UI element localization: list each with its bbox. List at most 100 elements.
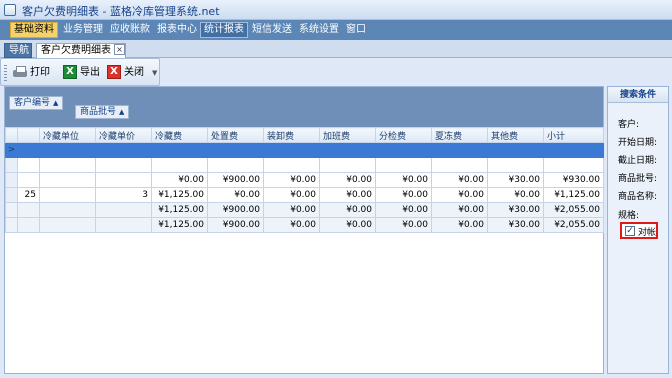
grid-cell[interactable]: ¥900.00 xyxy=(207,217,264,233)
table-row[interactable] xyxy=(5,157,604,173)
menu-statistics[interactable]: 统计报表 xyxy=(200,22,248,38)
column-header[interactable]: 装卸费 xyxy=(263,127,320,143)
grid-cell[interactable]: ¥0.00 xyxy=(487,187,544,203)
grid-cell[interactable] xyxy=(39,217,96,233)
grid-cell[interactable]: ¥0.00 xyxy=(319,217,376,233)
menu-window[interactable]: 窗口 xyxy=(343,23,369,37)
menu-report-center[interactable]: 报表中心 xyxy=(154,23,200,37)
menu-sms[interactable]: 短信发送 xyxy=(249,23,295,37)
column-header[interactable]: 夏冻费 xyxy=(431,127,488,143)
grid-cell[interactable]: ¥0.00 xyxy=(207,187,264,203)
export-button[interactable]: X 导出 xyxy=(63,64,100,82)
grand-total-row[interactable]: ¥1,125.00 ¥900.00 ¥0.00 ¥0.00 ¥0.00 ¥0.0… xyxy=(5,217,604,233)
group-summary-row[interactable]: ¥1,125.00 ¥900.00 ¥0.00 ¥0.00 ¥0.00 ¥0.0… xyxy=(5,202,604,218)
grid-cell[interactable]: ¥0.00 xyxy=(319,202,376,218)
grid-cell[interactable]: ¥0.00 xyxy=(375,217,432,233)
column-header[interactable] xyxy=(17,127,40,143)
grid-cell[interactable]: ¥1,125.00 xyxy=(151,187,208,203)
grid-cell[interactable] xyxy=(39,202,96,218)
grid-cell[interactable]: ¥1,125.00 xyxy=(151,217,208,233)
grid-cell[interactable] xyxy=(151,142,208,158)
grid-cell[interactable]: ¥900.00 xyxy=(207,202,264,218)
column-header[interactable]: 小计 xyxy=(543,127,604,143)
grid-cell[interactable]: ¥0.00 xyxy=(375,172,432,188)
grid-cell[interactable]: ¥0.00 xyxy=(263,217,320,233)
toolbar-grip[interactable] xyxy=(4,65,7,81)
grid-cell[interactable] xyxy=(17,142,40,158)
grid-cell[interactable] xyxy=(431,157,488,173)
grid-cell[interactable]: ¥900.00 xyxy=(207,172,264,188)
column-header[interactable]: 冷藏单价 xyxy=(95,127,152,143)
grid-cell[interactable] xyxy=(543,157,604,173)
grid-cell[interactable] xyxy=(95,217,152,233)
toolbar-overflow-icon[interactable]: ▼ xyxy=(152,69,157,77)
tab-navigation[interactable]: 导航 xyxy=(4,43,32,58)
grid-cell[interactable]: ¥0.00 xyxy=(431,187,488,203)
grid-cell[interactable] xyxy=(319,157,376,173)
grid-cell[interactable]: ¥930.00 xyxy=(543,172,604,188)
grid-cell[interactable]: ¥0.00 xyxy=(431,172,488,188)
column-header[interactable]: 其他费 xyxy=(487,127,544,143)
grid-cell[interactable]: ¥0.00 xyxy=(263,172,320,188)
menu-business[interactable]: 业务管理 xyxy=(60,23,106,37)
grid-cell[interactable] xyxy=(39,187,96,203)
grid-cell[interactable] xyxy=(375,157,432,173)
grid-cell[interactable]: ¥2,055.00 xyxy=(543,202,604,218)
grid-cell[interactable]: ¥2,055.00 xyxy=(543,217,604,233)
grid-cell[interactable] xyxy=(39,157,96,173)
column-header[interactable]: 冷藏单位 xyxy=(39,127,96,143)
grid-cell[interactable] xyxy=(263,142,320,158)
grid-cell[interactable] xyxy=(263,157,320,173)
menu-basic-data[interactable]: 基础资料 xyxy=(10,22,58,38)
grid-cell[interactable] xyxy=(151,157,208,173)
table-row[interactable]: 25 3 ¥1,125.00 ¥0.00 ¥0.00 ¥0.00 ¥0.00 ¥… xyxy=(5,187,604,203)
grid-cell[interactable]: ¥0.00 xyxy=(431,217,488,233)
grid-cell[interactable]: ¥30.00 xyxy=(487,217,544,233)
grid-cell[interactable]: ¥0.00 xyxy=(431,202,488,218)
tab-customer-arrears[interactable]: 客户欠费明细表 xyxy=(36,43,126,58)
grid-cell[interactable]: ¥0.00 xyxy=(263,187,320,203)
grid-cell[interactable] xyxy=(17,172,40,188)
grid-cell[interactable]: 25 xyxy=(17,187,40,203)
grid-cell[interactable]: ¥30.00 xyxy=(487,172,544,188)
grid-cell[interactable]: ¥30.00 xyxy=(487,202,544,218)
grid-cell[interactable] xyxy=(207,157,264,173)
group-field-customer-id[interactable]: 客户编号 ▲ xyxy=(9,96,64,110)
grid-cell[interactable]: ¥0.00 xyxy=(375,202,432,218)
table-row-selected[interactable]: > xyxy=(5,142,604,158)
grid-cell[interactable]: ¥0.00 xyxy=(263,202,320,218)
column-header[interactable]: 分检费 xyxy=(375,127,432,143)
close-button[interactable]: X 关闭 xyxy=(107,64,144,82)
column-header[interactable]: 加班费 xyxy=(319,127,376,143)
grid-cell[interactable] xyxy=(543,142,604,158)
grid-cell[interactable]: ¥0.00 xyxy=(319,187,376,203)
menu-settings[interactable]: 系统设置 xyxy=(296,23,342,37)
grid-cell[interactable] xyxy=(207,142,264,158)
grid-cell[interactable] xyxy=(39,142,96,158)
grid-cell[interactable] xyxy=(95,157,152,173)
grid-cell[interactable]: ¥1,125.00 xyxy=(543,187,604,203)
grid-cell[interactable] xyxy=(95,172,152,188)
grid-cell[interactable]: 3 xyxy=(95,187,152,203)
tab-close-icon[interactable]: × xyxy=(114,44,125,55)
grid-cell[interactable]: ¥1,125.00 xyxy=(151,202,208,218)
menu-receivables[interactable]: 应收账款 xyxy=(107,23,153,37)
grid-cell[interactable] xyxy=(375,142,432,158)
grid-cell[interactable] xyxy=(95,202,152,218)
print-button[interactable]: 打印 xyxy=(13,64,50,82)
table-row[interactable]: ¥0.00 ¥900.00 ¥0.00 ¥0.00 ¥0.00 ¥0.00 ¥3… xyxy=(5,172,604,188)
column-header[interactable]: 处置费 xyxy=(207,127,264,143)
group-field-batch-no[interactable]: 商品批号 ▲ xyxy=(75,105,130,119)
grid-cell[interactable] xyxy=(17,217,40,233)
grid-cell[interactable] xyxy=(487,142,544,158)
reconcile-checkbox-label[interactable]: 对帐 xyxy=(638,225,656,238)
grid-cell[interactable] xyxy=(17,157,40,173)
grid-cell[interactable] xyxy=(487,157,544,173)
grid-cell[interactable] xyxy=(17,202,40,218)
grid-cell[interactable] xyxy=(95,142,152,158)
grid-cell[interactable] xyxy=(319,142,376,158)
reconcile-checkbox[interactable]: ✓ xyxy=(625,226,635,236)
grid-cell[interactable]: ¥0.00 xyxy=(375,187,432,203)
grid-cell[interactable] xyxy=(39,172,96,188)
column-header[interactable]: 冷藏费 xyxy=(151,127,208,143)
